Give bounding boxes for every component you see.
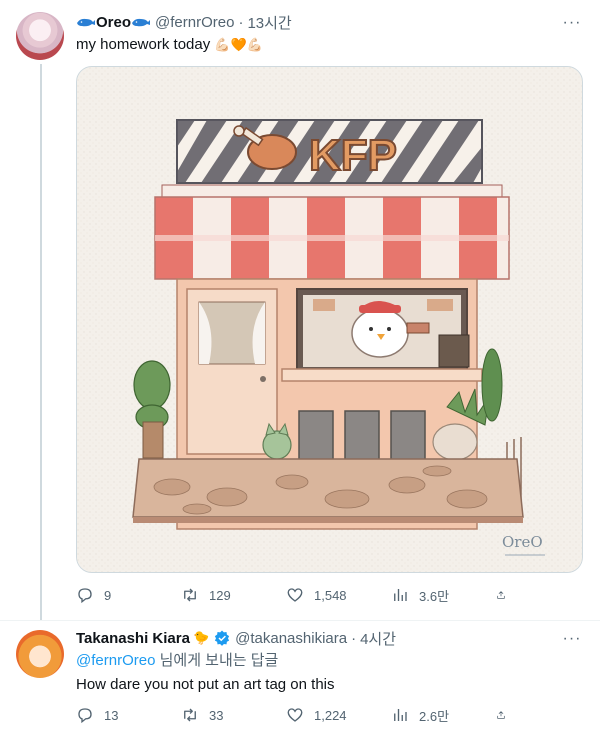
user-handle[interactable]: @takanashikiara	[235, 630, 347, 647]
share-icon	[497, 711, 505, 719]
whale-icon	[77, 18, 95, 27]
like-count: 1,548	[314, 587, 347, 603]
chick-icon: 🐤	[192, 630, 210, 645]
reply-button[interactable]: 13	[76, 705, 166, 725]
flexed-biceps-icon: 💪🏻	[214, 37, 231, 52]
whale-icon	[132, 18, 151, 27]
more-icon[interactable]: ···	[562, 629, 582, 649]
tweet-actions: 13 33 1,224 2.6만	[76, 705, 516, 725]
tweet-text: How dare you not put an art tag on this	[76, 676, 335, 693]
flexed-biceps-icon: 💪🏻	[246, 37, 263, 52]
timestamp[interactable]: 4시간	[360, 628, 396, 649]
tweet-header: Takanashi Kiara 🐤 @takanashikiara · 4시간	[76, 628, 396, 648]
reply-icon	[78, 708, 92, 724]
tweet-header: Oreo @fernrOreo · 13시간	[76, 12, 292, 32]
views-button[interactable]: 2.6만	[391, 705, 481, 725]
like-button[interactable]: 1,548	[286, 585, 376, 605]
like-count: 1,224	[314, 707, 347, 723]
kfp-shop-illustration: KFP OreO	[77, 67, 582, 572]
timestamp[interactable]: 13시간	[247, 12, 291, 33]
separator-dot: ·	[351, 629, 357, 647]
sign-text: KFP	[309, 131, 397, 180]
like-icon	[287, 588, 303, 602]
retweet-count: 33	[209, 707, 224, 723]
views-icon	[394, 709, 407, 721]
tweet-actions: 9 129 1,548 3.6만	[76, 585, 516, 605]
like-icon	[287, 708, 303, 722]
retweet-count: 129	[209, 587, 231, 603]
reply-count: 13	[104, 707, 119, 723]
retweet-button[interactable]: 33	[181, 705, 271, 725]
like-button[interactable]: 1,224	[286, 705, 376, 725]
retweet-icon	[184, 708, 196, 722]
share-button[interactable]	[496, 705, 516, 725]
reply-mention-link[interactable]: @fernrOreo	[76, 652, 155, 669]
tweet-text-content: my homework today	[76, 36, 211, 53]
views-button[interactable]: 3.6만	[391, 585, 481, 605]
tweet-image[interactable]: KFP OreO	[76, 66, 583, 573]
tweet-text: my homework today 💪🏻🧡💪🏻	[76, 35, 263, 55]
reply-suffix: 님에게 보내는 답글	[155, 652, 279, 669]
orange-heart-icon: 🧡	[230, 37, 247, 52]
view-count: 3.6만	[419, 588, 450, 604]
user-handle[interactable]: @fernrOreo	[155, 14, 234, 31]
avatar-kiara[interactable]	[16, 630, 64, 678]
reply-context: @fernrOreo 님에게 보내는 답글	[76, 651, 278, 671]
separator-dot: ·	[238, 13, 244, 31]
share-button[interactable]	[496, 585, 516, 605]
share-icon	[497, 591, 505, 599]
artist-signature: OreO	[502, 533, 543, 551]
reply-icon	[78, 588, 92, 604]
avatar-oreo[interactable]	[16, 12, 64, 60]
display-name[interactable]: Oreo	[96, 14, 131, 31]
view-count: 2.6만	[419, 708, 450, 724]
display-name[interactable]: Takanashi Kiara	[76, 630, 190, 647]
more-icon[interactable]: ···	[562, 13, 582, 33]
reply-count: 9	[104, 587, 112, 603]
views-icon	[394, 589, 407, 601]
retweet-icon	[184, 588, 196, 602]
verified-icon	[215, 630, 230, 646]
retweet-button[interactable]: 129	[181, 585, 271, 605]
reply-button[interactable]: 9	[76, 585, 166, 605]
